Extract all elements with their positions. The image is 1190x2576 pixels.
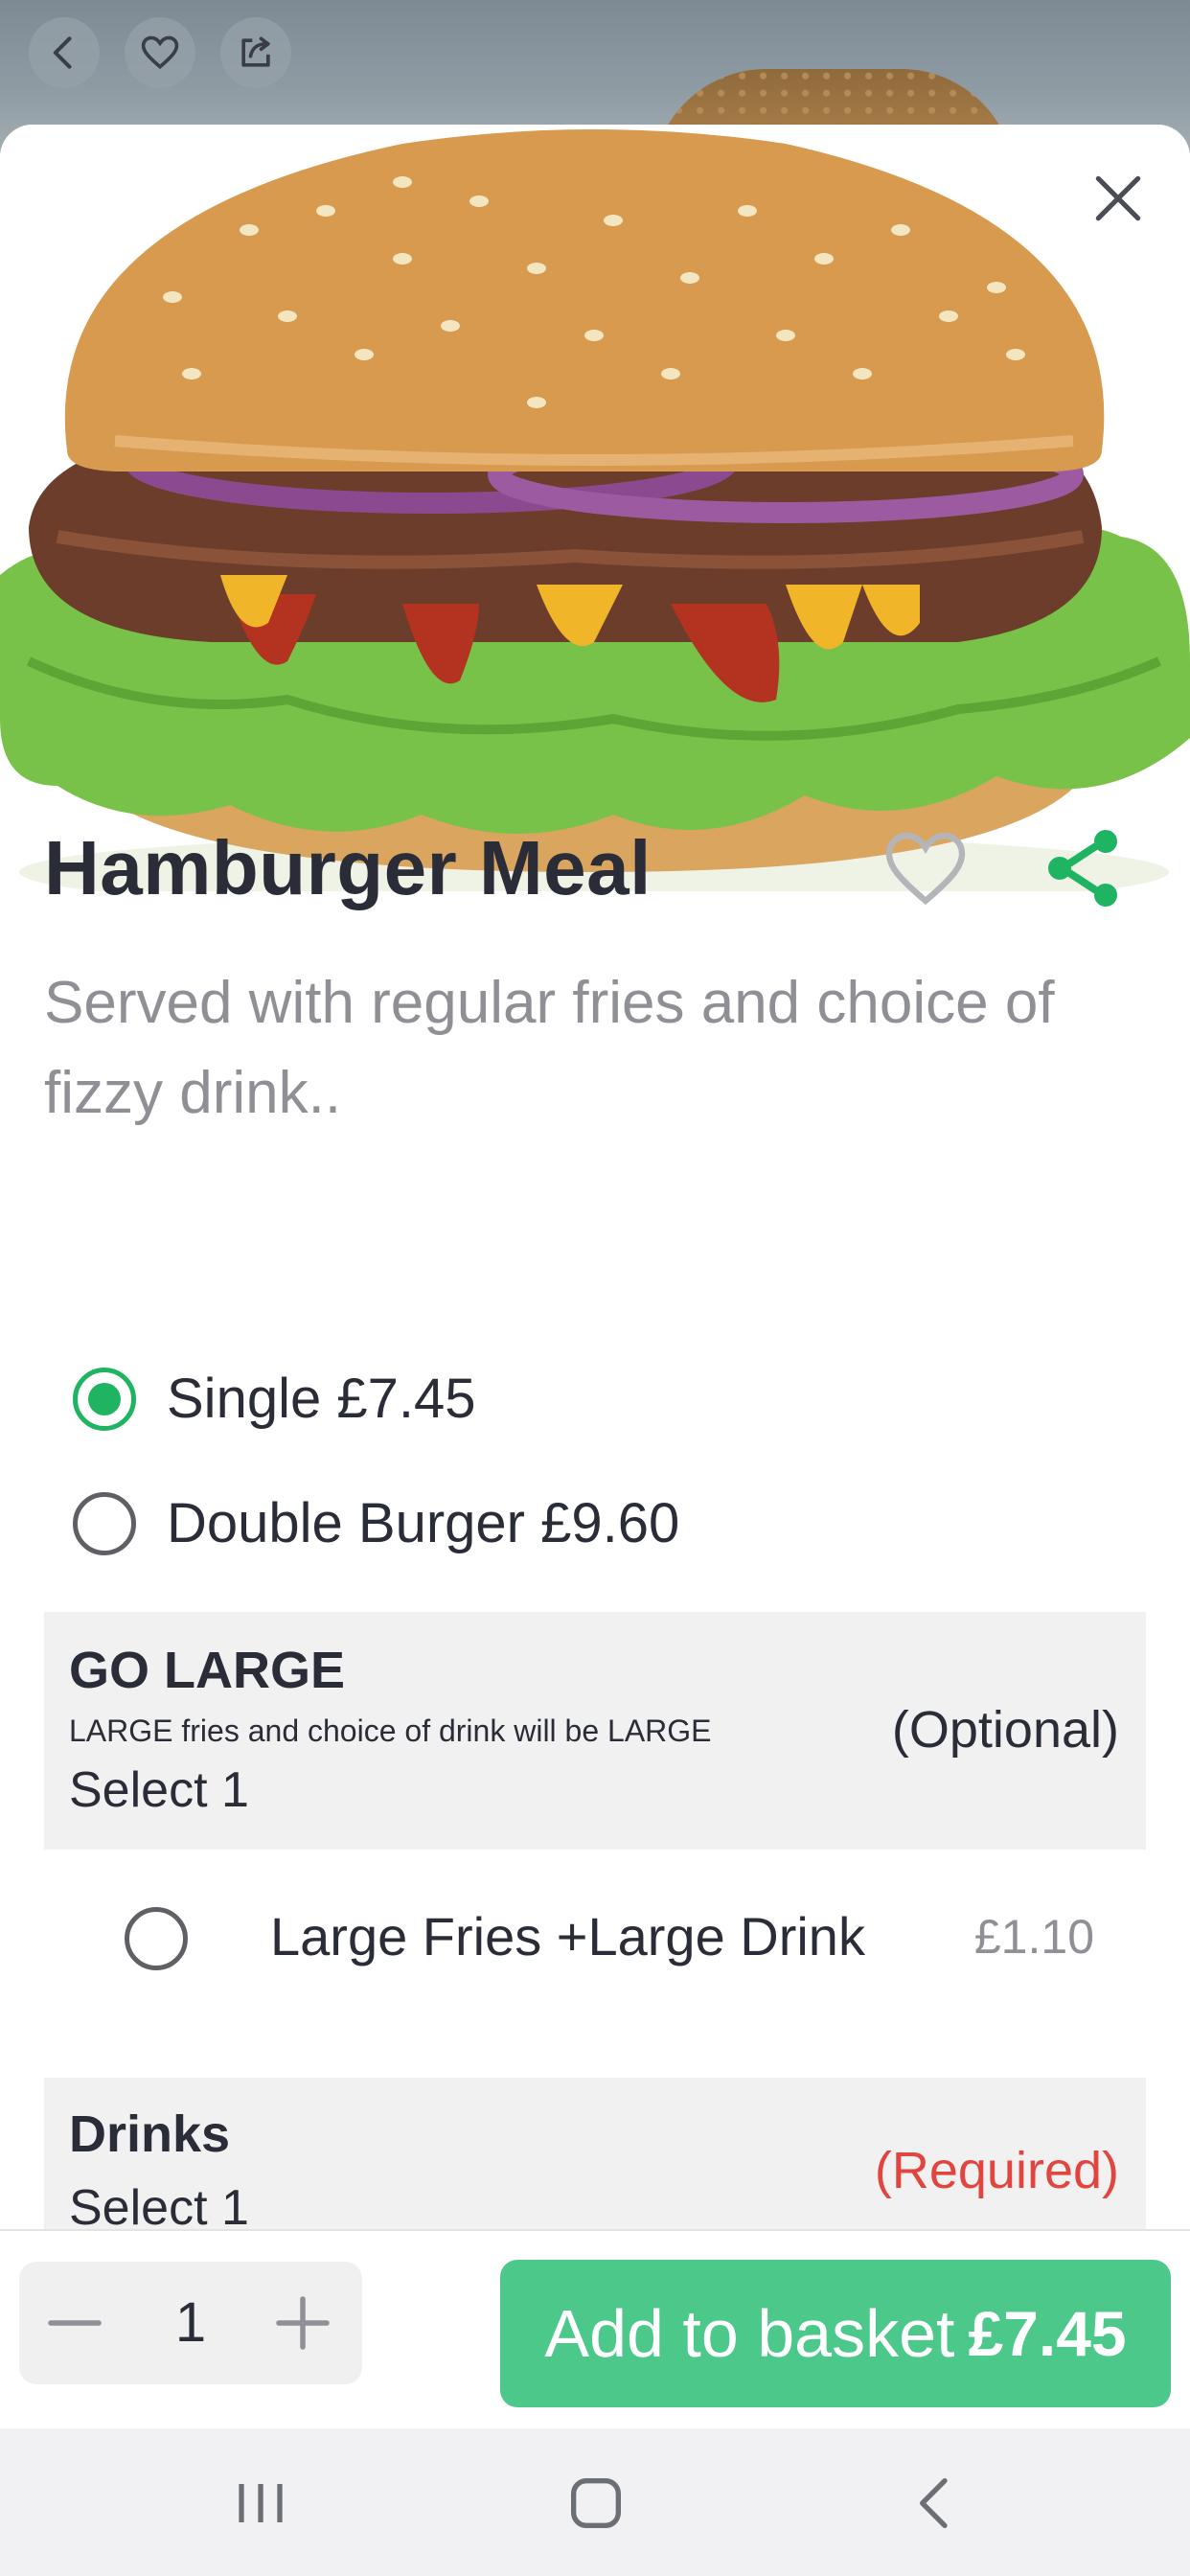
increase-button[interactable] (274, 2294, 332, 2352)
recent-apps-icon (239, 2484, 283, 2522)
size-option-label: Double Burger £9.60 (167, 1492, 680, 1554)
share-button[interactable] (1037, 822, 1129, 914)
top-share-button[interactable] (220, 17, 291, 88)
group-title: GO LARGE (69, 1642, 346, 1699)
share-box-icon (241, 36, 270, 67)
favorite-button[interactable] (880, 822, 972, 914)
add-to-basket-price: £7.45 (968, 2298, 1127, 2369)
group-subtitle: LARGE fries and choice of drink will be … (69, 1714, 712, 1748)
option-price: £1.10 (973, 1910, 1094, 1964)
heart-outline-icon (141, 35, 179, 70)
chevron-left-icon (53, 36, 72, 69)
size-option-double[interactable]: Double Burger £9.60 (73, 1491, 679, 1555)
option-label: Large Fries +Large Drink (270, 1906, 865, 1966)
option-large-fries-drink[interactable]: Large Fries +Large Drink £1.10 (44, 1896, 1146, 1982)
item-title: Hamburger Meal (44, 825, 652, 910)
add-to-basket-button[interactable]: Add to basket £7.45 (500, 2260, 1171, 2407)
basket-bar: 1 Add to basket £7.45 (0, 2229, 1190, 2428)
share-nodes-icon (1048, 830, 1117, 907)
group-select-count: Select 1 (69, 1762, 249, 1818)
optional-tag: (Optional) (891, 1701, 1119, 1759)
size-option-label: Single £7.45 (167, 1368, 476, 1430)
add-to-basket-label: Add to basket (544, 2296, 955, 2371)
home-icon (571, 2478, 621, 2528)
group-title: Drinks (69, 2105, 231, 2163)
top-favorite-button[interactable] (125, 17, 195, 88)
top-back-button[interactable] (29, 17, 100, 88)
nav-back-button[interactable] (897, 2465, 973, 2542)
system-nav-bar (0, 2428, 1190, 2576)
required-tag: (Required) (874, 2142, 1119, 2199)
size-option-single[interactable]: Single £7.45 (73, 1367, 475, 1431)
burger-photo (0, 125, 1190, 891)
quantity-stepper: 1 (19, 2262, 362, 2384)
drinks-group-header: Drinks Select 1 (Required) (44, 2078, 1146, 2241)
recent-apps-button[interactable] (222, 2465, 299, 2542)
group-select-count: Select 1 (69, 2180, 249, 2236)
plus-icon (276, 2296, 330, 2350)
burger-illustration (0, 129, 1190, 891)
back-icon (920, 2478, 948, 2528)
heart-outline-icon (885, 832, 966, 906)
radio-selected[interactable] (73, 1367, 136, 1431)
radio-unselected[interactable] (73, 1491, 136, 1555)
close-button[interactable] (1085, 165, 1152, 232)
close-icon (1095, 175, 1141, 221)
radio-unselected[interactable] (125, 1907, 188, 1970)
go-large-group-header: GO LARGE LARGE fries and choice of drink… (44, 1612, 1146, 1850)
home-button[interactable] (558, 2465, 634, 2542)
item-description: Served with regular fries and choice of … (44, 970, 1055, 1126)
